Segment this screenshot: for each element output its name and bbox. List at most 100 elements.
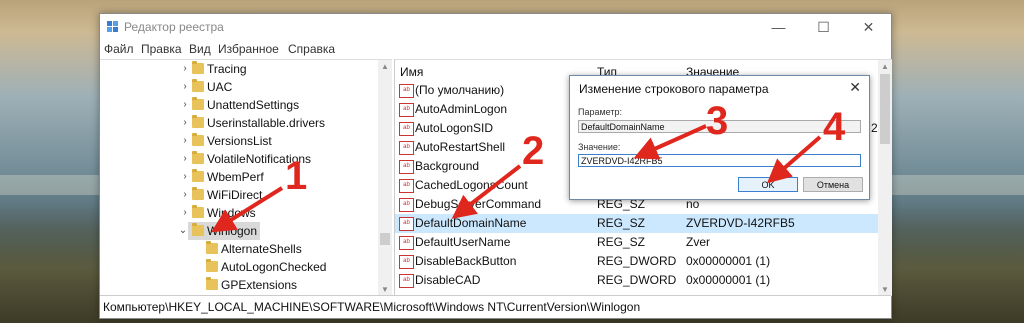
tree-item-label: AlternateShells: [221, 242, 302, 256]
param-name-field: DefaultDomainName: [578, 120, 861, 133]
tree-item-label: WiFiDirect: [207, 188, 263, 202]
tree-item-uac[interactable]: › UAC: [100, 78, 378, 96]
folder-icon: [192, 169, 204, 182]
tree-item-versionslist[interactable]: › VersionsList: [100, 132, 378, 150]
tree-item-label: WbemPerf: [207, 170, 264, 184]
list-scrollbar[interactable]: ▲ ▼: [878, 60, 892, 296]
value-label: Значение:: [578, 142, 621, 152]
folder-icon: [192, 187, 204, 200]
value-type: REG_DWORD: [597, 273, 677, 287]
tree-item-label: VersionsList: [207, 134, 272, 148]
scrollbar-thumb[interactable]: [380, 233, 390, 245]
value-type: REG_SZ: [597, 216, 646, 230]
folder-icon: [192, 97, 204, 110]
tree-scrollbar[interactable]: ▲ ▼: [378, 60, 392, 296]
tree-item-windows[interactable]: › Windows: [100, 204, 378, 222]
value-data: Zver: [686, 235, 710, 249]
folder-icon: [206, 241, 218, 254]
column-header-name[interactable]: Имя: [400, 63, 423, 81]
minimize-button[interactable]: —: [756, 14, 801, 41]
chevron-right-icon[interactable]: ›: [180, 60, 190, 78]
tree-item-label: UnattendSettings: [207, 98, 300, 112]
menu-edit[interactable]: Правка: [141, 42, 182, 56]
value-name: DefaultDomainName: [415, 216, 527, 230]
string-value-icon: ab: [399, 198, 414, 212]
dialog-close-icon[interactable]: ✕: [849, 79, 861, 96]
menu-favorites[interactable]: Избранное: [218, 42, 279, 56]
list-item-selected[interactable]: ab DefaultDomainName REG_SZ ZVERDVD-I42R…: [395, 214, 878, 233]
string-value-icon: ab: [399, 160, 414, 174]
value-data: 2: [871, 121, 878, 135]
tree-item-volatilenotifications[interactable]: › VolatileNotifications: [100, 150, 378, 168]
status-bar: Компьютер\HKEY_LOCAL_MACHINE\SOFTWARE\Mi…: [100, 295, 891, 318]
tree-item-userinstallable-drivers[interactable]: › Userinstallable.drivers: [100, 114, 378, 132]
scroll-up-icon[interactable]: ▲: [380, 62, 390, 71]
value-name: (По умолчанию): [415, 83, 505, 97]
registry-path: Компьютер\HKEY_LOCAL_MACHINE\SOFTWARE\Mi…: [103, 300, 641, 314]
value-type: REG_DWORD: [597, 254, 677, 268]
menu-help[interactable]: Справка: [288, 42, 335, 56]
value-data: 0x00000001 (1): [686, 273, 771, 287]
tree-item-tracing[interactable]: › Tracing: [100, 60, 378, 78]
chevron-right-icon[interactable]: ›: [180, 114, 190, 132]
ok-button[interactable]: OK: [738, 177, 798, 192]
list-item[interactable]: ab DisableCAD REG_DWORD 0x00000001 (1): [395, 271, 878, 290]
value-name: DisableBackButton: [415, 254, 517, 268]
folder-icon: [192, 79, 204, 92]
scroll-down-icon[interactable]: ▼: [880, 285, 890, 294]
tree-item-label: Tracing: [207, 62, 247, 76]
chevron-right-icon[interactable]: ›: [180, 78, 190, 96]
string-value-icon: ab: [399, 179, 414, 193]
value-name: AutoRestartShell: [415, 140, 506, 154]
folder-icon: [192, 115, 204, 128]
tree-item-autologonchecked[interactable]: AutoLogonChecked: [100, 258, 378, 276]
string-value-icon: ab: [399, 274, 414, 288]
tree-item-winlogon[interactable]: Winlogon: [188, 222, 260, 240]
folder-icon: [192, 151, 204, 164]
menu-file[interactable]: Файл: [104, 42, 134, 56]
chevron-right-icon[interactable]: ›: [180, 96, 190, 114]
folder-icon: [206, 259, 218, 272]
scrollbar-thumb[interactable]: [880, 74, 890, 144]
tree-item-label: Windows: [207, 206, 256, 220]
folder-icon: [192, 133, 204, 146]
menu-bar: Файл Правка Вид Избранное Справка: [100, 41, 891, 59]
tree-item-wifidirect[interactable]: › WiFiDirect: [100, 186, 378, 204]
title-bar[interactable]: Редактор реестра — ☐ ✕: [100, 14, 891, 41]
chevron-right-icon[interactable]: ›: [180, 204, 190, 222]
tree-item-label: UAC: [207, 80, 233, 94]
string-value-icon: ab: [399, 255, 414, 269]
tree-item-alternateshells[interactable]: AlternateShells: [100, 240, 378, 258]
value-name: AutoAdminLogon: [415, 102, 508, 116]
chevron-right-icon[interactable]: ›: [180, 150, 190, 168]
cancel-button[interactable]: Отмена: [803, 177, 863, 192]
scroll-down-icon[interactable]: ▼: [380, 285, 390, 294]
close-button[interactable]: ✕: [846, 14, 891, 41]
value-data: ZVERDVD-I42RFB5: [686, 216, 795, 230]
chevron-right-icon[interactable]: ›: [180, 186, 190, 204]
value-name: CachedLogonsCount: [415, 178, 528, 192]
list-item[interactable]: ab DefaultUserName REG_SZ Zver: [395, 233, 878, 252]
folder-icon: [192, 205, 204, 218]
window-title: Редактор реестра: [124, 20, 224, 34]
tree-item-gpextensions[interactable]: GPExtensions: [100, 276, 378, 294]
tree-item-label: AutoLogonChecked: [221, 260, 327, 274]
tree-item-wbemperf[interactable]: › WbemPerf: [100, 168, 378, 186]
registry-app-icon: [107, 21, 118, 32]
value-name: DefaultUserName: [415, 235, 511, 249]
value-name: DisableCAD: [415, 273, 481, 287]
scroll-up-icon[interactable]: ▲: [880, 62, 890, 71]
chevron-right-icon[interactable]: ›: [180, 168, 190, 186]
chevron-down-icon[interactable]: ⌄: [178, 222, 188, 240]
tree-item-label: Winlogon: [207, 224, 258, 238]
dialog-title: Изменение строкового параметра: [579, 82, 769, 96]
tree-item-unattendsettings[interactable]: › UnattendSettings: [100, 96, 378, 114]
maximize-button[interactable]: ☐: [801, 14, 846, 41]
string-value-icon: ab: [399, 217, 414, 231]
tree-item-label: GPExtensions: [221, 278, 298, 292]
chevron-right-icon[interactable]: ›: [180, 132, 190, 150]
folder-open-icon: [192, 223, 204, 236]
menu-view[interactable]: Вид: [189, 42, 211, 56]
list-item[interactable]: ab DisableBackButton REG_DWORD 0x0000000…: [395, 252, 878, 271]
value-data-input[interactable]: ZVERDVD-I42RFB5: [578, 154, 861, 167]
